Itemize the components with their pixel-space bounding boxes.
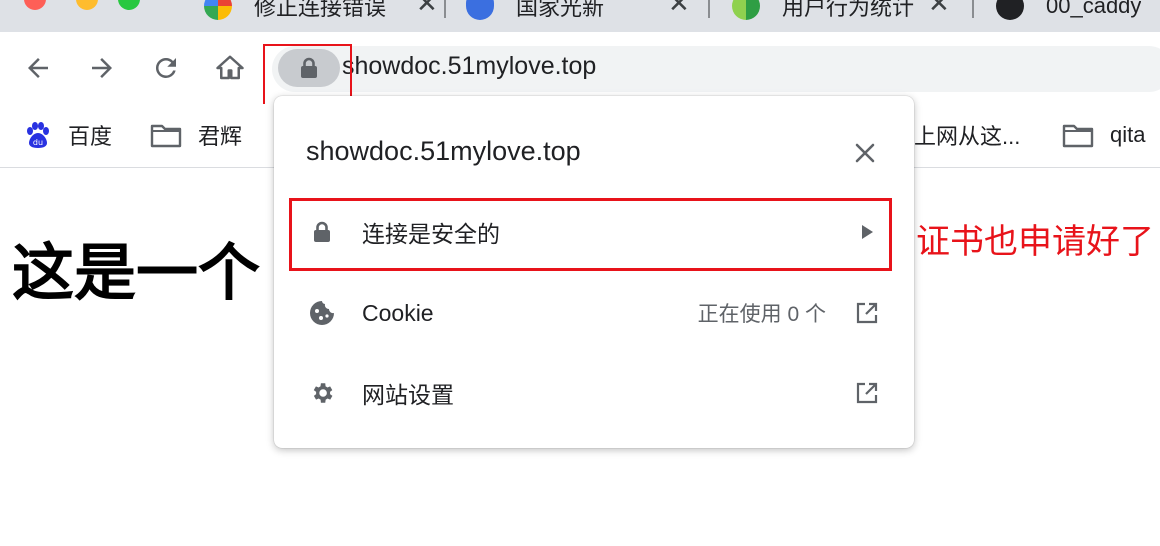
- cookie-status: 正在使用 0 个: [697, 303, 826, 326]
- chrome-favicon-icon: [204, 0, 232, 20]
- minimize-window-button[interactable]: [76, 0, 98, 10]
- close-tab-icon[interactable]: ✕: [668, 0, 690, 19]
- open-external-icon[interactable]: [854, 300, 880, 326]
- tab-2[interactable]: 国家光新 ✕: [466, 0, 696, 26]
- highlight-box-connection-row: [289, 198, 892, 271]
- tab-title: 修正连接错误: [254, 0, 387, 20]
- tab-title: 00_caddy: [1046, 0, 1142, 18]
- bookmark-label: 君辉: [198, 124, 243, 149]
- bookmark-label: 百度: [68, 124, 113, 149]
- bookmark-label: 上网从这...: [914, 124, 1021, 149]
- home-icon: [216, 55, 244, 80]
- close-tab-icon[interactable]: ✕: [416, 0, 438, 19]
- bookmark-baidu[interactable]: du 百度: [24, 118, 112, 152]
- back-arrow-icon: [28, 58, 48, 78]
- baidu-icon: du: [24, 121, 52, 149]
- tab-separator: [972, 0, 974, 18]
- open-external-icon[interactable]: [854, 380, 880, 406]
- site-info-popup: showdoc.51mylove.top 连接是安全的 Cookie 正在使用 …: [274, 96, 914, 448]
- close-window-button[interactable]: [24, 0, 46, 10]
- bookmark-shangwang[interactable]: 上网从这...: [914, 118, 1020, 152]
- tab-title: 用户行为统计: [782, 0, 915, 20]
- close-tab-icon[interactable]: ✕: [928, 0, 950, 19]
- close-popup-button[interactable]: [850, 138, 880, 168]
- forward-arrow-icon: [92, 58, 112, 78]
- tab-1[interactable]: 修正连接错误 ✕: [204, 0, 438, 26]
- gear-icon: [308, 379, 336, 407]
- tab-separator: [444, 0, 446, 18]
- bookmark-folder-junhui[interactable]: 君辉: [150, 118, 242, 152]
- maximize-window-button[interactable]: [118, 0, 140, 10]
- tab-3[interactable]: 用户行为统计 ✕: [732, 0, 962, 26]
- bookmark-label: qita: [1110, 122, 1146, 147]
- bookmark-folder-qita[interactable]: qita: [1062, 118, 1145, 152]
- forward-button[interactable]: [82, 48, 122, 88]
- tab-title: 国家光新: [516, 0, 605, 20]
- page-heading: 这是一个: [12, 236, 261, 309]
- row-label: Cookie: [362, 299, 434, 326]
- reload-icon: [155, 57, 176, 78]
- cookie-row[interactable]: Cookie 正在使用 0 个: [274, 278, 914, 348]
- home-button[interactable]: [210, 48, 250, 88]
- svg-text:du: du: [33, 138, 43, 147]
- folder-icon: [150, 122, 182, 148]
- url-text[interactable]: showdoc.51mylove.top: [342, 52, 596, 81]
- site-favicon-icon: [466, 0, 494, 20]
- tab-strip: 修正连接错误 ✕ 国家光新 ✕ 用户行为统计 ✕ 00_caddy: [0, 0, 1160, 32]
- site-favicon-icon: [732, 0, 760, 20]
- back-button[interactable]: [18, 48, 58, 88]
- popup-title: showdoc.51mylove.top: [306, 136, 581, 166]
- site-settings-row[interactable]: 网站设置: [274, 358, 914, 428]
- reload-button[interactable]: [146, 48, 186, 88]
- tab-separator: [708, 0, 710, 18]
- browser-window: 修正连接错误 ✕ 国家光新 ✕ 用户行为统计 ✕ 00_caddy showdo…: [0, 0, 1160, 546]
- folder-icon: [1062, 122, 1094, 148]
- page-red-text: 证书也申请好了: [916, 222, 1154, 262]
- tab-4[interactable]: 00_caddy: [996, 0, 1160, 26]
- cookie-icon: [308, 299, 336, 327]
- row-label: 网站设置: [362, 382, 454, 408]
- close-icon: [855, 143, 875, 163]
- github-favicon-icon: [996, 0, 1024, 20]
